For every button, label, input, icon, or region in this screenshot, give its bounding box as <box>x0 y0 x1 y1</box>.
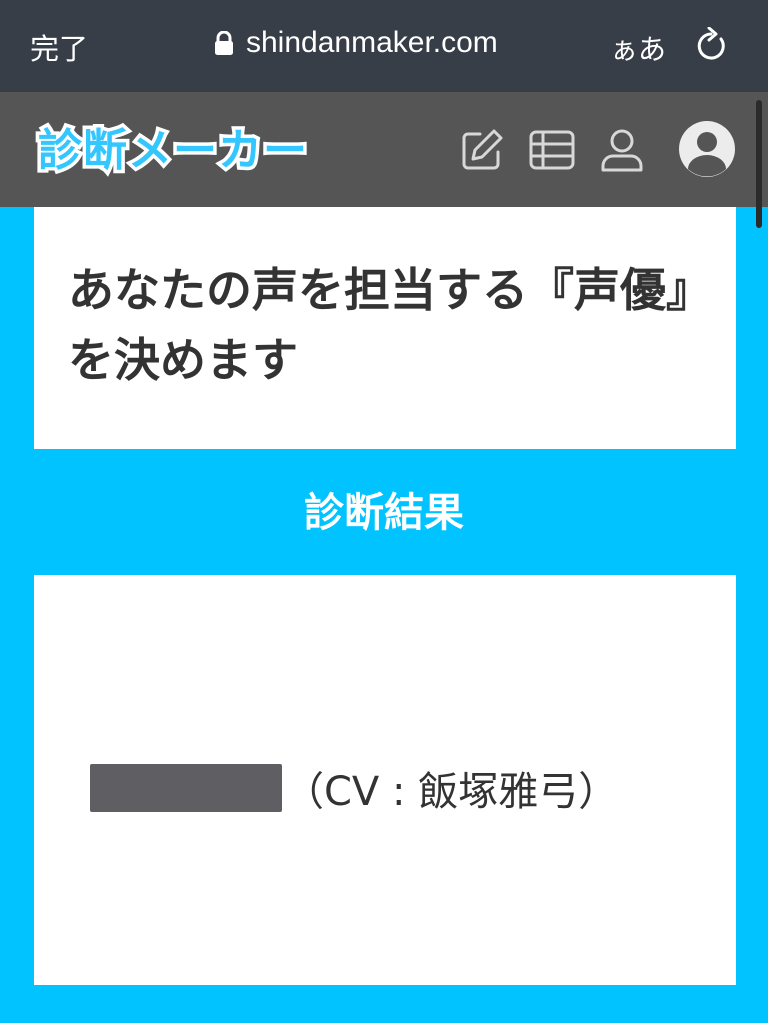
user-icon[interactable] <box>598 126 646 174</box>
result-line: （CV : 飯塚雅弓） <box>90 759 618 817</box>
redacted-name <box>90 764 282 812</box>
text-size-button[interactable]: ぁあ <box>610 28 666 68</box>
reload-icon[interactable] <box>696 27 730 63</box>
result-heading: 診断結果 <box>304 490 464 536</box>
list-icon[interactable] <box>528 126 576 174</box>
avatar-icon[interactable] <box>678 120 736 178</box>
address-bar[interactable]: shindanmaker.com <box>214 26 498 60</box>
edit-icon[interactable] <box>458 126 506 174</box>
url-text: shindanmaker.com <box>246 26 498 59</box>
lock-icon <box>215 31 233 55</box>
scrollbar[interactable] <box>756 100 762 228</box>
site-header: 診断メーカー <box>0 92 768 207</box>
site-logo[interactable]: 診断メーカー <box>35 114 311 180</box>
done-button[interactable]: 完了 <box>30 26 88 68</box>
result-text: （CV : 飯塚雅弓） <box>284 769 619 815</box>
diagnosis-title-card: あなたの声を担当する『声優』を決めます <box>34 207 736 449</box>
browser-toolbar: 完了 shindanmaker.com ぁあ <box>0 0 768 92</box>
diagnosis-title: あなたの声を担当する『声優』を決めます <box>68 263 689 387</box>
result-card: （CV : 飯塚雅弓） <box>34 575 736 985</box>
